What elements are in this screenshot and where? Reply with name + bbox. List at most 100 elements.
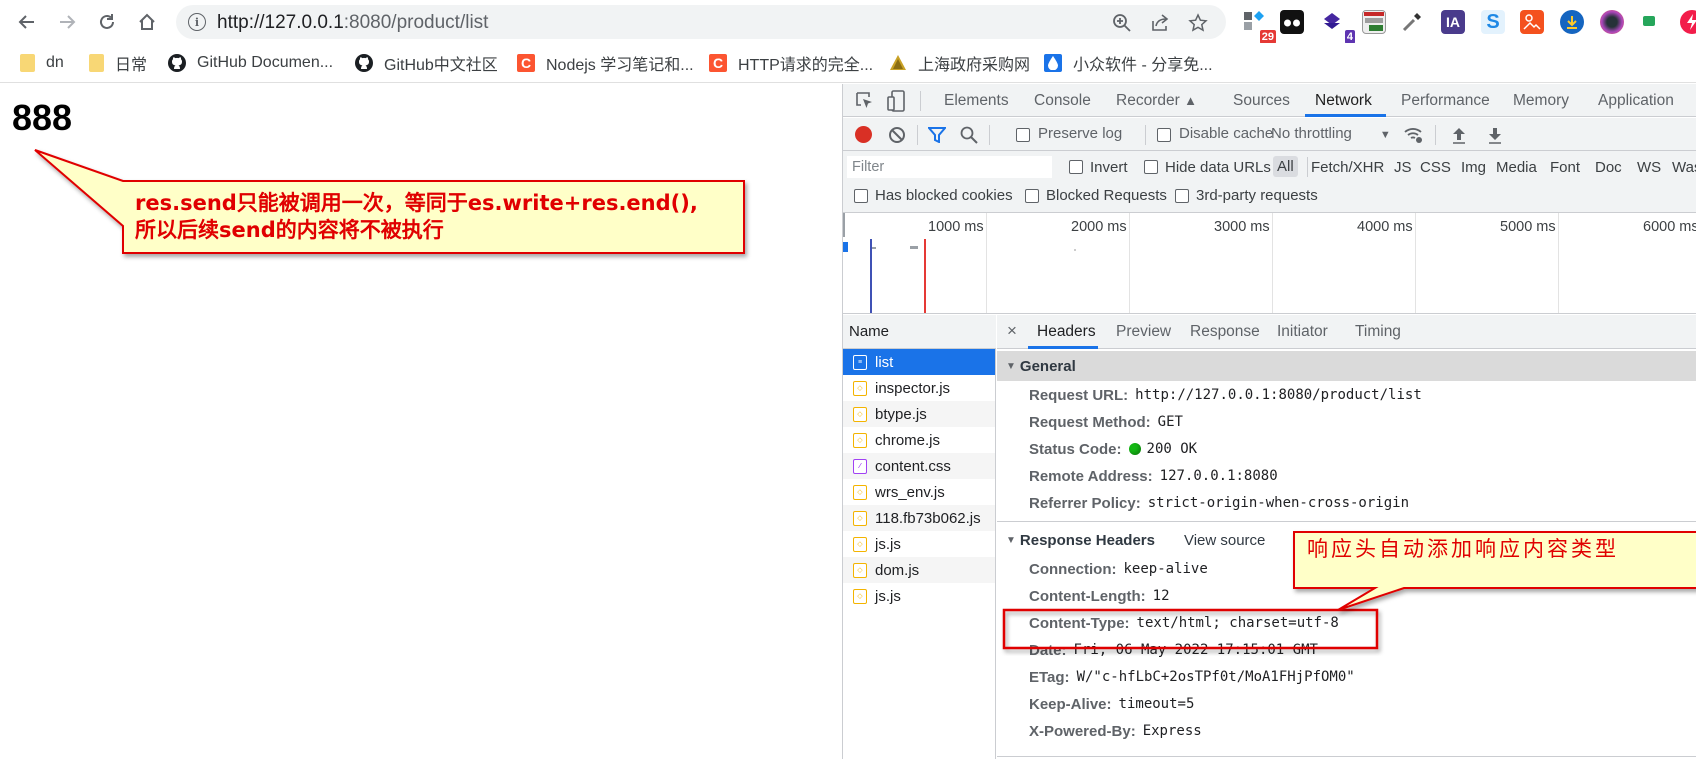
request-row[interactable]: ◇ chrome.js <box>843 427 995 453</box>
third-party-checkbox[interactable] <box>1175 189 1189 203</box>
tab-sources[interactable]: Sources <box>1233 92 1290 110</box>
header-value: Express <box>1142 723 1202 739</box>
tab-network[interactable]: Network <box>1315 92 1372 110</box>
invert-checkbox[interactable] <box>1069 160 1083 174</box>
filter-input[interactable]: Filter <box>847 156 1052 178</box>
header-key: Status Code: <box>1029 440 1122 458</box>
tab-console[interactable]: Console <box>1034 92 1091 110</box>
request-name: wrs_env.js <box>875 483 945 501</box>
filter-type-ws[interactable]: WS <box>1637 159 1661 176</box>
extension-image-icon[interactable] <box>1520 10 1544 34</box>
extension-green-icon[interactable] <box>1643 16 1655 26</box>
tab-headers[interactable]: Headers <box>1037 323 1096 341</box>
clear-icon[interactable] <box>888 126 906 149</box>
share-icon[interactable] <box>1148 11 1172 35</box>
header-row: X-Powered-By: Express <box>1029 718 1202 744</box>
tab-response[interactable]: Response <box>1190 323 1260 341</box>
name-column-header[interactable]: Name <box>843 315 996 349</box>
request-name: chrome.js <box>875 431 941 449</box>
header-value: 127.0.0.1:8080 <box>1159 468 1278 484</box>
request-row[interactable]: ◇ 118.fb73b062.js <box>843 505 995 531</box>
extension-bolt-icon[interactable] <box>1680 10 1696 34</box>
device-toolbar-icon[interactable] <box>887 90 907 117</box>
header-row: Referrer Policy: strict-origin-when-cross… <box>1029 490 1409 516</box>
has-blocked-cookies-checkbox[interactable] <box>854 189 868 203</box>
request-row[interactable]: ◇ dom.js <box>843 557 995 583</box>
export-har-icon[interactable] <box>1487 126 1503 149</box>
request-row[interactable]: ◇ btype.js <box>843 401 995 427</box>
record-icon[interactable] <box>855 126 872 143</box>
filter-type-wasm[interactable]: Wasm <box>1672 159 1696 176</box>
request-row[interactable]: ◇ js.js <box>843 531 995 557</box>
hide-data-urls-checkbox[interactable] <box>1144 160 1158 174</box>
inspect-element-icon[interactable] <box>855 91 875 116</box>
callout-1-line-1: res.send只能被调用一次，等同于es.write+res.end(), <box>135 191 698 215</box>
tab-memory[interactable]: Memory <box>1513 92 1569 110</box>
search-icon[interactable] <box>960 126 978 149</box>
tab-recorder[interactable]: Recorder ▲ <box>1116 92 1197 110</box>
timeline-gridline <box>1272 213 1273 313</box>
filter-type-css[interactable]: CSS <box>1420 159 1451 176</box>
filter-type-img[interactable]: Img <box>1461 159 1486 176</box>
extension-download-icon[interactable] <box>1560 10 1584 34</box>
import-har-icon[interactable] <box>1451 126 1467 149</box>
filter-type-js[interactable]: JS <box>1394 159 1412 176</box>
network-conditions-icon[interactable] <box>1403 126 1425 149</box>
bookmark-appinn[interactable]: 小众软件 - 分享免... <box>1044 52 1213 74</box>
timeline-tick-label: 3000 ms <box>1214 219 1270 235</box>
timeline-handle[interactable] <box>843 213 845 237</box>
tab-timing[interactable]: Timing <box>1355 323 1401 341</box>
zoom-icon[interactable] <box>1110 11 1134 35</box>
network-overview-timeline[interactable]: 1000 ms 2000 ms 3000 ms 4000 ms 5000 ms … <box>843 213 1696 314</box>
extension-1-icon[interactable]: 29 <box>1243 10 1276 44</box>
section-divider <box>997 756 1696 757</box>
script-file-icon: ◇ <box>853 484 867 500</box>
extension-eyedropper-icon[interactable] <box>1400 10 1424 34</box>
extension-camera-icon[interactable] <box>1600 10 1624 34</box>
request-row[interactable]: ≡ list <box>843 349 995 375</box>
timeline-tick-label: 4000 ms <box>1357 219 1413 235</box>
details-tab-bar: × Headers Preview Response Initiator Tim… <box>997 315 1696 349</box>
script-file-icon: ◇ <box>853 510 867 526</box>
timeline-tick-label: 6000 ms <box>1643 219 1696 235</box>
extension-4-icon[interactable] <box>1362 10 1386 34</box>
throttling-select[interactable]: No throttling ▼ <box>1271 125 1391 142</box>
filter-type-media[interactable]: Media <box>1496 159 1537 176</box>
tab-application[interactable]: Application <box>1598 92 1674 110</box>
invert-label: Invert <box>1090 159 1128 176</box>
script-file-icon: ◇ <box>853 380 867 396</box>
bookmark-shanghai-gov[interactable]: 上海政府采购网 <box>889 52 1030 74</box>
filter-icon[interactable] <box>926 127 948 148</box>
tab-elements[interactable]: Elements <box>944 92 1009 110</box>
filter-type-all[interactable]: All <box>1273 156 1298 177</box>
flask-icon: ▲ <box>1184 93 1197 108</box>
request-row[interactable]: ◇ wrs_env.js <box>843 479 995 505</box>
tab-initiator[interactable]: Initiator <box>1277 323 1328 341</box>
extension-3-icon[interactable]: 4 <box>1322 10 1355 44</box>
disable-cache-checkbox[interactable] <box>1157 128 1171 142</box>
close-details-button[interactable]: × <box>1007 321 1017 341</box>
header-value: W/"c-hfLbC+2osTPf0t/MoA1FHjPfOM0" <box>1076 669 1355 685</box>
tab-preview[interactable]: Preview <box>1116 323 1171 341</box>
header-row: Request URL: http://127.0.0.1:8080/produc… <box>1029 382 1422 408</box>
request-row[interactable]: ◇ js.js <box>843 583 995 609</box>
extension-2-icon[interactable] <box>1280 10 1304 34</box>
extension-ia-icon[interactable]: IA <box>1441 10 1465 34</box>
blocked-requests-checkbox[interactable] <box>1025 189 1039 203</box>
request-row[interactable]: ◇ inspector.js <box>843 375 995 401</box>
preserve-log-checkbox[interactable] <box>1016 128 1030 142</box>
domcontentloaded-marker <box>870 239 872 313</box>
callout-1-line-2: 所以后续send的内容将不被执行 <box>135 218 444 242</box>
has-blocked-cookies-label: Has blocked cookies <box>875 187 1013 204</box>
request-name: dom.js <box>875 561 920 579</box>
star-icon[interactable] <box>1186 11 1210 35</box>
filter-type-doc[interactable]: Doc <box>1595 159 1622 176</box>
general-section-header[interactable]: ▼ General <box>997 351 1696 381</box>
extension-s-icon[interactable]: S <box>1481 10 1505 34</box>
filter-type-font[interactable]: Font <box>1550 159 1580 176</box>
timeline-request-bar <box>843 242 848 252</box>
request-row[interactable]: ⁄ content.css <box>843 453 995 479</box>
tab-performance[interactable]: Performance <box>1401 92 1490 110</box>
filter-type-fetch-xhr[interactable]: Fetch/XHR <box>1311 159 1384 176</box>
bookmark-label: 上海政府采购网 <box>918 57 1031 74</box>
